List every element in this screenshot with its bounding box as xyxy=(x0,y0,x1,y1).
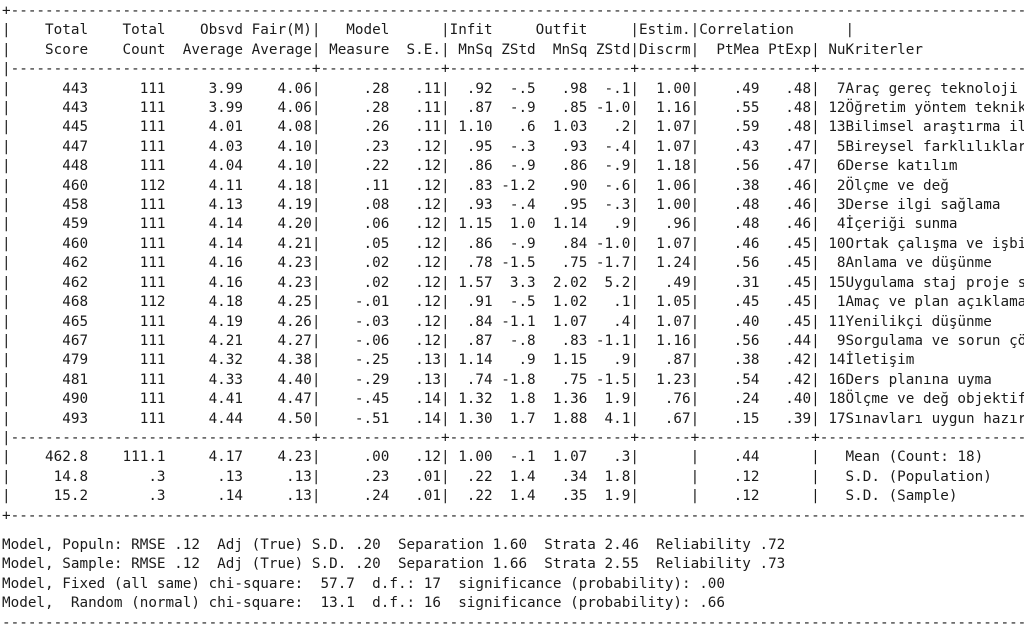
measurement-table: +---------------------------------------… xyxy=(2,3,1024,524)
model-statistics-footer: Model, Populn: RMSE .12 Adj (True) S.D. … xyxy=(2,536,1024,631)
footer-spacer xyxy=(2,526,1024,536)
facets-measurement-report: +---------------------------------------… xyxy=(0,0,1024,633)
